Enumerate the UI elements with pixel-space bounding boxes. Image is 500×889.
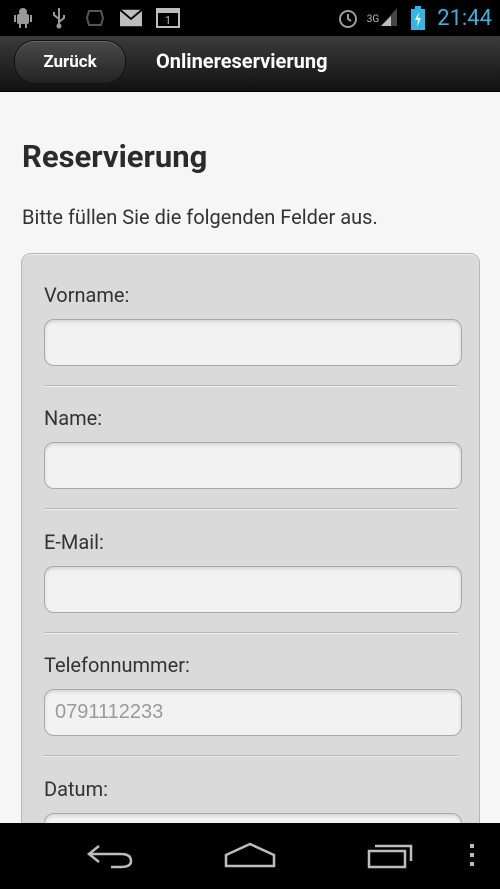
- status-bar: 1 3G 21:44: [0, 0, 500, 36]
- vorname-input[interactable]: [44, 319, 462, 366]
- email-input[interactable]: [44, 566, 462, 613]
- calendar-day: 1: [164, 13, 172, 27]
- field-divider: [44, 385, 458, 386]
- main-content[interactable]: Reservierung Bitte füllen Sie die folgen…: [0, 92, 500, 823]
- field-label: Vorname:: [44, 283, 130, 307]
- signal-icon: [379, 5, 399, 31]
- field-vorname: Vorname:: [44, 282, 464, 366]
- intro-text: Bitte füllen Sie die folgenden Felder au…: [22, 205, 378, 229]
- system-navbar: [0, 823, 500, 889]
- status-time: 21:44: [437, 5, 492, 31]
- battery-charging-icon: [407, 6, 429, 30]
- back-nav-icon[interactable]: [80, 835, 140, 875]
- signal-group: 3G: [367, 5, 399, 31]
- back-button[interactable]: Zurück: [14, 40, 126, 84]
- field-label: Telefonnummer:: [44, 653, 190, 677]
- telefonnummer-input[interactable]: 0791112233: [44, 689, 462, 736]
- usb-icon: [48, 7, 70, 29]
- field-label: E-Mail:: [44, 530, 104, 554]
- field-name: Name:: [44, 405, 464, 489]
- network-type: 3G: [366, 14, 380, 25]
- datum-input[interactable]: [44, 813, 462, 823]
- field-divider: [44, 508, 458, 509]
- field-divider: [44, 755, 458, 756]
- app-header: Zurück Onlinereservierung: [0, 36, 500, 92]
- alarm-icon: [337, 7, 359, 29]
- page-title: Reservierung: [22, 138, 208, 175]
- home-nav-icon[interactable]: [220, 835, 280, 875]
- field-divider: [44, 632, 458, 633]
- field-label: Datum:: [44, 777, 108, 801]
- mail-icon: [120, 7, 142, 29]
- reservation-form: Vorname: Name: E-Mail: Telefonnummer: 07…: [21, 253, 480, 823]
- overflow-menu-icon[interactable]: [452, 835, 492, 875]
- field-email: E-Mail:: [44, 529, 464, 613]
- notification-icon: [84, 7, 106, 29]
- recent-apps-icon[interactable]: [360, 835, 420, 875]
- calendar-icon: 1: [156, 7, 180, 29]
- android-debug-icon: [12, 7, 34, 29]
- name-input[interactable]: [44, 442, 462, 489]
- field-label: Name:: [44, 406, 103, 430]
- field-telefonnummer: Telefonnummer: 0791112233: [44, 652, 464, 736]
- field-datum: Datum:: [44, 776, 464, 823]
- header-title: Onlinereservierung: [156, 49, 328, 73]
